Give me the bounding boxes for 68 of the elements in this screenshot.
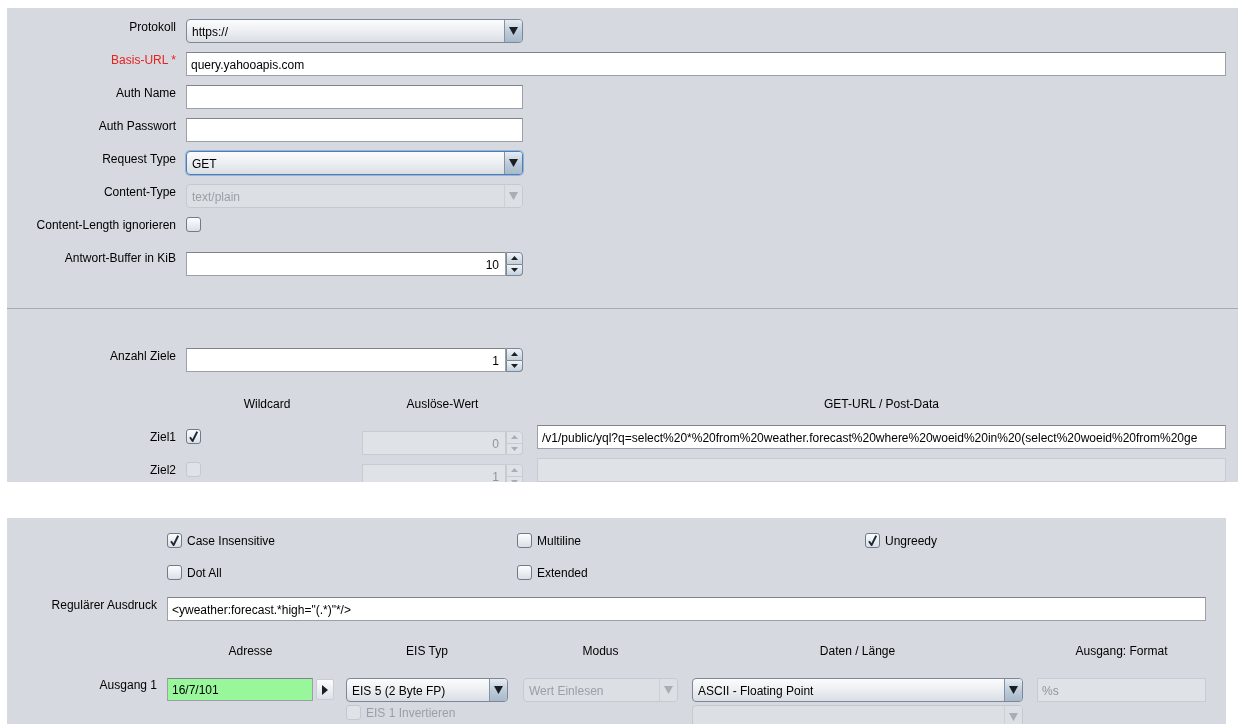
caret-up-icon: [511, 256, 518, 261]
column-header: Adresse: [228, 644, 273, 658]
field-label: Antwort-Buffer in KiB: [64, 251, 176, 265]
caret-up-icon: [511, 435, 518, 440]
field-label: Protokoll: [129, 20, 176, 34]
column-header: Auslöse-Wert: [406, 397, 479, 411]
regex-field[interactable]: <yweather:forecast.*high="(.*)"*/>: [167, 597, 1206, 621]
target-label: Ziel2: [150, 463, 176, 477]
option-label: EIS 1 Invertieren: [366, 705, 456, 720]
checkbox[interactable]: [517, 565, 532, 580]
option-label: Ungreedy: [885, 533, 938, 548]
column-header: GET-URL / Post-Data: [824, 397, 939, 411]
column-header: Ausgang: Format: [1075, 644, 1168, 658]
checkbox[interactable]: [167, 565, 182, 580]
spin-up-button[interactable]: [506, 348, 523, 361]
option-label: Case Insensitive: [187, 533, 276, 548]
caret-down-icon: [511, 479, 518, 482]
checkbox[interactable]: [186, 217, 201, 232]
caret-up-icon: [511, 468, 518, 473]
caret-down-icon: [664, 686, 673, 694]
dropdown[interactable]: ASCII - Floating Point: [692, 678, 1023, 702]
url-field[interactable]: query.yahooapis.com: [186, 52, 1226, 76]
number-field[interactable]: 10: [186, 252, 506, 276]
spin-up-button[interactable]: [506, 252, 523, 265]
checkbox[interactable]: [186, 429, 201, 444]
column-header: EIS Typ: [406, 644, 448, 658]
option-label: Extended: [537, 565, 588, 580]
field-label: Basis-URL *: [111, 53, 176, 67]
caret-down-icon: [1009, 713, 1018, 721]
caret-right-icon: [322, 684, 328, 695]
option-label: Multiline: [537, 533, 581, 548]
caret-down-icon: [511, 446, 518, 451]
address-field[interactable]: 16/7/101: [167, 678, 313, 701]
check-icon: [868, 535, 877, 546]
field-label: Request Type: [102, 152, 176, 166]
checkbox[interactable]: [865, 533, 880, 548]
dropdown[interactable]: GET: [186, 151, 523, 175]
checkbox[interactable]: [517, 533, 532, 548]
field-label: Regulärer Ausdruck: [51, 598, 157, 612]
caret-down-icon: [509, 27, 518, 35]
caret-down-icon: [1009, 686, 1018, 694]
column-header: Wildcard: [243, 397, 291, 411]
field-label: Content-Length ignorieren: [36, 218, 176, 232]
field-label: Anzahl Ziele: [109, 349, 176, 363]
caret-down-icon: [511, 363, 518, 368]
text-field[interactable]: [186, 85, 523, 109]
check-icon: [189, 431, 198, 442]
caret-up-icon: [511, 352, 518, 357]
option-label: Dot All: [187, 565, 222, 580]
dropdown[interactable]: https://: [186, 19, 523, 43]
field-label: Auth Name: [115, 86, 176, 100]
caret-down-icon: [509, 159, 518, 167]
field-label: Auth Passwort: [98, 119, 176, 133]
column-header: Daten / Länge: [819, 644, 896, 658]
number-field[interactable]: 1: [186, 348, 506, 372]
field-label: Content-Type: [103, 185, 176, 199]
column-header: Modus: [582, 644, 619, 658]
caret-down-icon: [494, 686, 503, 694]
url-field[interactable]: /v1/public/yql?q=select%20*%20from%20weather.forecast%20where%20woeid%20in%20(select%20woeid%20from%20ge: [537, 425, 1226, 449]
checkbox[interactable]: [167, 533, 182, 548]
dropdown[interactable]: EIS 5 (2 Byte FP): [346, 678, 508, 702]
output-label: Ausgang 1: [99, 678, 157, 692]
target-label: Ziel1: [150, 430, 176, 444]
caret-down-icon: [509, 192, 518, 200]
text-field[interactable]: [186, 118, 523, 142]
caret-down-icon: [511, 267, 518, 272]
check-icon: [170, 535, 179, 546]
expand-button[interactable]: [316, 679, 334, 700]
